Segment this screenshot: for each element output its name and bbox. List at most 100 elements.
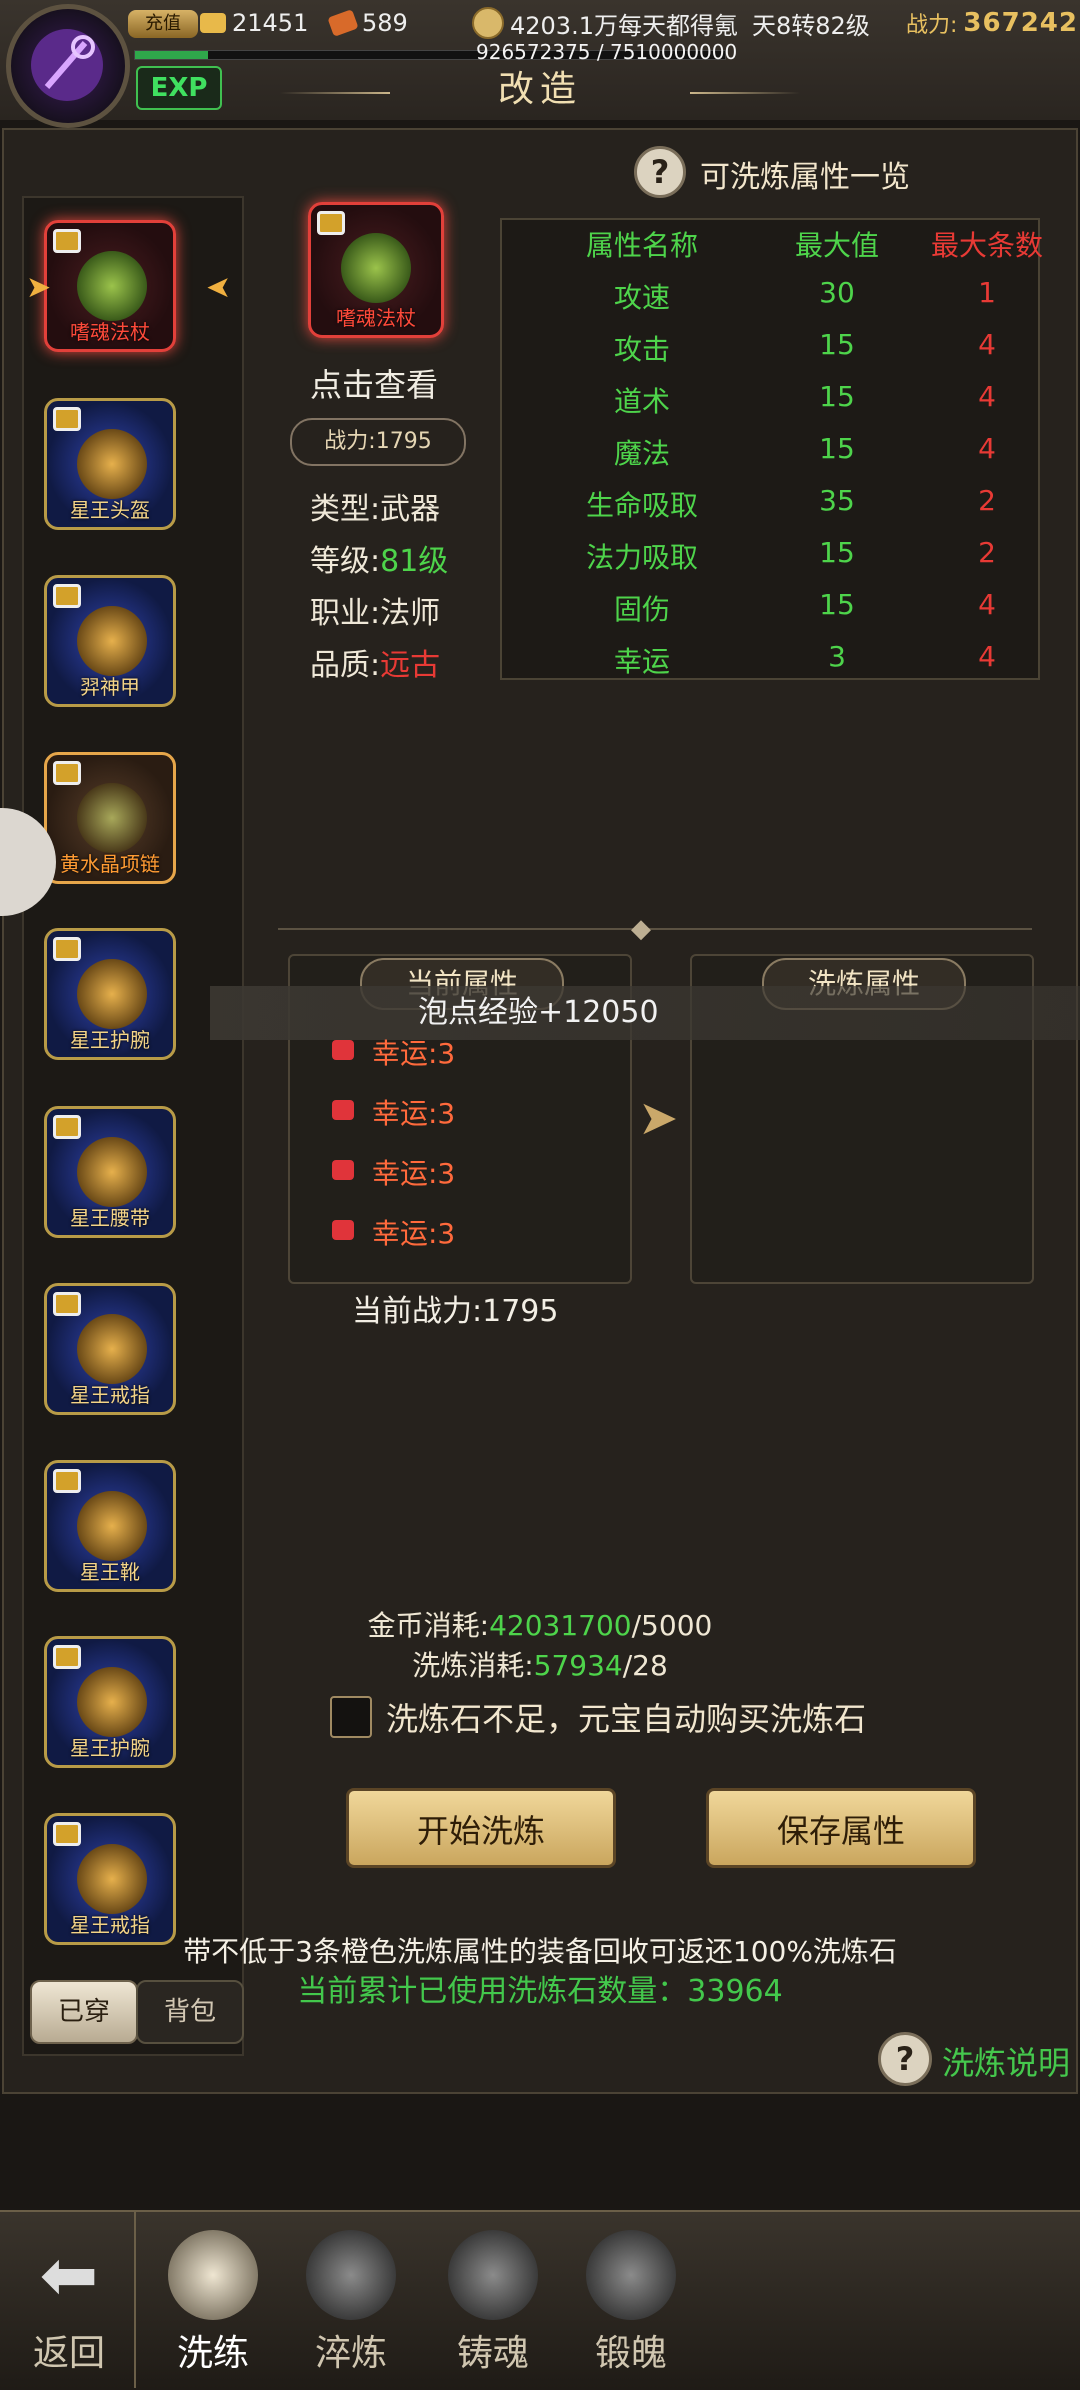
back-button[interactable]: ⬅ 返回 xyxy=(4,2230,134,2380)
equip-slot-label: 星王护腕 xyxy=(70,1736,150,1760)
staff-icon xyxy=(341,233,411,303)
type-value: 武器 xyxy=(380,492,441,527)
attr-count: 4 xyxy=(978,380,996,413)
attr-count: 2 xyxy=(978,536,996,569)
forge-spirit-nav-icon xyxy=(586,2230,676,2320)
lock-icon[interactable] xyxy=(332,1160,354,1180)
start-refine-button[interactable]: 开始洗炼 xyxy=(346,1788,616,1868)
equip-slot-bracer[interactable]: 星王护腕 xyxy=(44,928,176,1060)
equip-slot-label: 星王戒指 xyxy=(70,1383,150,1407)
help-icon[interactable]: ? xyxy=(878,2032,932,2086)
item-stats: 类型:武器 等级:81级 职业:法师 品质:远古 xyxy=(310,484,448,692)
auto-buy-checkbox[interactable] xyxy=(330,1696,372,1738)
selected-item-icon[interactable]: 嗜魂法杖 xyxy=(308,202,444,338)
lock-icon[interactable] xyxy=(332,1040,354,1060)
attr-name: 道术 xyxy=(613,385,670,418)
lock-icon xyxy=(53,229,81,253)
back-label: 返回 xyxy=(32,2333,105,2374)
current-attr-item: 幸运:3 xyxy=(372,1097,456,1130)
lock-icon xyxy=(53,584,81,608)
staff-icon xyxy=(77,251,147,321)
current-power: 当前战力:1795 xyxy=(352,1294,559,1329)
attr-name: 幸运 xyxy=(613,645,670,678)
table-row: 攻击 15 4 xyxy=(502,328,1038,380)
attr-count: 4 xyxy=(978,588,996,621)
equip-slot-label: 羿神甲 xyxy=(80,675,140,699)
ingot-icon xyxy=(200,13,226,33)
equip-slot-label: 星王靴 xyxy=(80,1560,140,1584)
help-icon[interactable]: ? xyxy=(634,146,686,198)
table-row: 幸运 3 4 xyxy=(502,640,1038,692)
job-label: 职业: xyxy=(310,596,381,631)
ticket-counter: 589 xyxy=(327,6,408,40)
equip-slot-label: 嗜魂法杖 xyxy=(70,320,150,344)
recharge-badge[interactable]: 充值 xyxy=(128,10,198,38)
ring-icon xyxy=(77,1314,147,1384)
table-row: 固伤 15 4 xyxy=(502,588,1038,640)
refine-help-link[interactable]: 洗炼说明 xyxy=(942,2038,1070,2084)
attr-name: 固伤 xyxy=(613,593,670,626)
stone-used-note: 当前累计已使用洗炼石数量：33964 xyxy=(297,1974,783,2009)
power-value: 367242 xyxy=(963,8,1078,38)
attr-name: 法力吸取 xyxy=(585,541,698,574)
attr-count: 1 xyxy=(978,276,996,309)
equip-slot-label: 黄水晶项链 xyxy=(60,852,160,876)
save-attr-button[interactable]: 保存属性 xyxy=(706,1788,976,1868)
transfer-arrow-icon: ➤ xyxy=(638,1090,679,1146)
nav-forge-spirit[interactable]: 锻魄 xyxy=(566,2230,696,2380)
power-display: 战力: 367242 xyxy=(906,6,1078,40)
equip-slot-staff[interactable]: 嗜魂法杖 xyxy=(44,220,176,352)
equip-slot-armor[interactable]: 羿神甲 xyxy=(44,575,176,707)
refine-cost-need: /28 xyxy=(622,1649,668,1682)
necklace-icon xyxy=(77,783,147,853)
gold-cost-label: 金币消耗: xyxy=(367,1609,490,1642)
quality-label: 品质: xyxy=(310,648,381,683)
attr-table: 属性名称 最大值 最大条数 攻速 30 1 攻击 15 4 道术 15 4 魔法 15 4 生命… xyxy=(500,218,1043,680)
nav-forge-spirit-label: 锻魄 xyxy=(594,2333,667,2374)
forge-soul-nav-icon xyxy=(448,2230,538,2320)
attr-count: 2 xyxy=(978,484,996,517)
current-attr-item: 幸运:3 xyxy=(372,1157,456,1190)
ingot-counter: 21451 xyxy=(200,6,308,40)
bracer-icon xyxy=(77,959,147,1029)
ring-icon xyxy=(77,1844,147,1914)
level-value: 81级 xyxy=(380,544,449,579)
nav-divider xyxy=(134,2210,136,2388)
ticket-icon xyxy=(327,9,359,37)
table-row: 生命吸取 35 2 xyxy=(502,484,1038,536)
equip-slot-helmet[interactable]: 星王头盔 xyxy=(44,398,176,530)
nav-refine[interactable]: 洗练 xyxy=(148,2230,278,2380)
item-job-row: 职业:法师 xyxy=(310,588,448,640)
exp-gain-banner: 泡点经验+12050 xyxy=(210,986,1080,1040)
equip-slot-boots[interactable]: 星王靴 xyxy=(44,1460,176,1592)
gold-cost-need: /5000 xyxy=(631,1609,713,1642)
current-attr-item: 幸运:3 xyxy=(372,1217,456,1250)
level-label: 等级: xyxy=(310,544,381,579)
nav-forge-soul[interactable]: 铸魂 xyxy=(428,2230,558,2380)
boots-icon xyxy=(77,1491,147,1561)
gold-cost: 金币消耗:42031700/5000 xyxy=(0,1604,1080,1644)
item-quality-row: 品质:远古 xyxy=(310,640,448,692)
lock-icon[interactable] xyxy=(332,1220,354,1240)
selected-item-label: 嗜魂法杖 xyxy=(336,306,416,330)
item-power-pill: 战力:1795 xyxy=(290,418,466,466)
nav-forge-soul-label: 铸魂 xyxy=(456,2333,529,2374)
equip-slot-label: 星王腰带 xyxy=(70,1206,150,1230)
nav-temper[interactable]: 淬炼 xyxy=(286,2230,416,2380)
equip-slot-ring-2[interactable]: 星王戒指 xyxy=(44,1813,176,1945)
job-value: 法师 xyxy=(380,596,441,631)
nav-temper-label: 淬炼 xyxy=(314,2333,387,2374)
item-type-row: 类型:武器 xyxy=(310,484,448,536)
level-text: 天8转82级 xyxy=(752,11,870,40)
equip-slot-necklace[interactable]: 黄水晶项链 xyxy=(44,752,176,884)
equip-slot-ring[interactable]: 星王戒指 xyxy=(44,1283,176,1415)
quality-value: 远古 xyxy=(380,648,441,683)
header-count: 最大条数 xyxy=(930,229,1043,262)
click-view-link[interactable]: 点击查看 xyxy=(310,360,438,406)
table-row: 攻速 30 1 xyxy=(502,276,1038,328)
equip-slot-belt[interactable]: 星王腰带 xyxy=(44,1106,176,1238)
armor-icon xyxy=(77,606,147,676)
lock-icon[interactable] xyxy=(332,1100,354,1120)
current-attr-item: 幸运:3 xyxy=(372,1037,456,1070)
table-row: 魔法 15 4 xyxy=(502,432,1038,484)
